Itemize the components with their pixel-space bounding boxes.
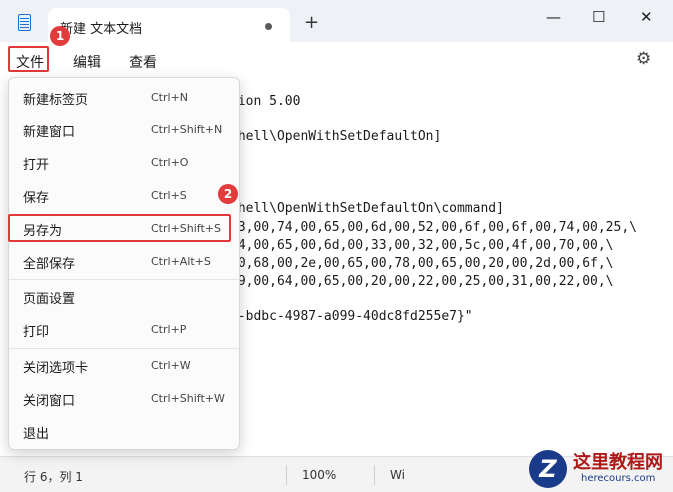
menu-open[interactable]: 打开 Ctrl+O bbox=[13, 149, 235, 177]
menu-item-label: 全部保存 bbox=[23, 257, 76, 272]
menu-page-setup[interactable]: 页面设置 bbox=[13, 283, 235, 311]
menu-item-shortcut: Ctrl+S bbox=[151, 189, 187, 202]
close-button[interactable]: ✕ bbox=[640, 8, 653, 26]
menu-divider bbox=[9, 348, 239, 349]
menu-item-shortcut: Ctrl+Shift+W bbox=[151, 392, 225, 405]
editor-line: shell\OpenWithSetDefaultOn] bbox=[230, 129, 442, 144]
maximize-button[interactable]: ☐ bbox=[592, 8, 605, 26]
menu-item-label: 新建标签页 bbox=[23, 93, 89, 108]
editor-line: 00,68,00,2e,00,65,00,78,00,65,00,20,00,2… bbox=[230, 256, 614, 271]
menu-item-label: 关闭选项卡 bbox=[23, 361, 89, 376]
status-divider bbox=[286, 465, 287, 485]
menu-item-label: 关闭窗口 bbox=[23, 394, 76, 409]
step-badge-1: 1 bbox=[50, 26, 70, 46]
menu-item-label: 打印 bbox=[23, 325, 50, 340]
editor-line: shell\OpenWithSetDefaultOn\command] bbox=[230, 201, 504, 216]
menu-item-shortcut: Ctrl+O bbox=[151, 156, 189, 169]
watermark-logo-icon: Z bbox=[529, 450, 567, 488]
editor-line: sion 5.00 bbox=[230, 94, 301, 109]
notepad-app-icon bbox=[18, 14, 31, 31]
menu-edit[interactable]: 编辑 bbox=[73, 52, 101, 72]
menu-item-shortcut: Ctrl+Shift+N bbox=[151, 123, 223, 136]
menu-new-tab[interactable]: 新建标签页 Ctrl+N bbox=[13, 84, 235, 112]
file-menu-highlight-box bbox=[8, 46, 49, 72]
tab-title: 新建 文本文档 bbox=[60, 22, 143, 37]
file-dropdown-menu: 新建标签页 Ctrl+N 新建窗口 Ctrl+Shift+N 打开 Ctrl+O… bbox=[8, 77, 240, 450]
new-tab-button[interactable]: + bbox=[304, 14, 319, 32]
line-ending: Wi bbox=[390, 468, 405, 482]
menu-save[interactable]: 保存 Ctrl+S bbox=[13, 182, 235, 210]
menu-save-all[interactable]: 全部保存 Ctrl+Alt+S bbox=[13, 248, 235, 276]
menu-item-shortcut: Ctrl+W bbox=[151, 359, 191, 372]
menu-divider bbox=[9, 279, 239, 280]
menu-item-label: 新建窗口 bbox=[23, 125, 76, 140]
step-badge-2: 2 bbox=[218, 184, 238, 204]
menu-bar: 文件 编辑 查看 ⚙ bbox=[0, 42, 673, 78]
menu-item-shortcut: Ctrl+N bbox=[151, 91, 189, 104]
watermark-title: 这里教程网 bbox=[573, 452, 663, 473]
document-tab[interactable]: 新建 文本文档 bbox=[48, 8, 290, 42]
menu-item-label: 打开 bbox=[23, 158, 50, 173]
menu-new-window[interactable]: 新建窗口 Ctrl+Shift+N bbox=[13, 116, 235, 144]
menu-print[interactable]: 打印 Ctrl+P bbox=[13, 316, 235, 344]
menu-close-window[interactable]: 关闭窗口 Ctrl+Shift+W bbox=[13, 385, 235, 413]
menu-exit[interactable]: 退出 bbox=[13, 418, 235, 446]
settings-gear-icon[interactable]: ⚙ bbox=[636, 49, 651, 69]
editor-line: 73,00,74,00,65,00,6d,00,52,00,6f,00,6f,0… bbox=[230, 220, 637, 235]
menu-item-label: 页面设置 bbox=[23, 292, 76, 307]
editor-line: 74,00,65,00,6d,00,33,00,32,00,5c,00,4f,0… bbox=[230, 238, 614, 253]
unsaved-dot-icon[interactable] bbox=[265, 23, 272, 30]
menu-item-shortcut: Ctrl+Alt+S bbox=[151, 255, 211, 268]
menu-item-label: 保存 bbox=[23, 191, 50, 206]
title-bar: 新建 文本文档 + — ☐ ✕ bbox=[0, 0, 673, 42]
cursor-position: 行 6，列 1 bbox=[24, 470, 83, 484]
menu-view[interactable]: 查看 bbox=[129, 52, 157, 72]
minimize-button[interactable]: — bbox=[546, 8, 561, 26]
editor-line: 59,00,64,00,65,00,20,00,22,00,25,00,31,0… bbox=[230, 274, 614, 289]
editor-line: 3-bdbc-4987-a099-40dc8fd255e7}" bbox=[230, 309, 473, 324]
zoom-level: 100% bbox=[302, 468, 337, 482]
status-divider bbox=[374, 465, 375, 485]
save-as-highlight-box bbox=[8, 214, 231, 242]
menu-item-label: 退出 bbox=[23, 427, 50, 442]
menu-close-tab[interactable]: 关闭选项卡 Ctrl+W bbox=[13, 352, 235, 380]
site-watermark: Z 这里教程网 herecours.com bbox=[527, 448, 673, 491]
menu-item-shortcut: Ctrl+P bbox=[151, 323, 187, 336]
watermark-url: herecours.com bbox=[581, 473, 656, 484]
